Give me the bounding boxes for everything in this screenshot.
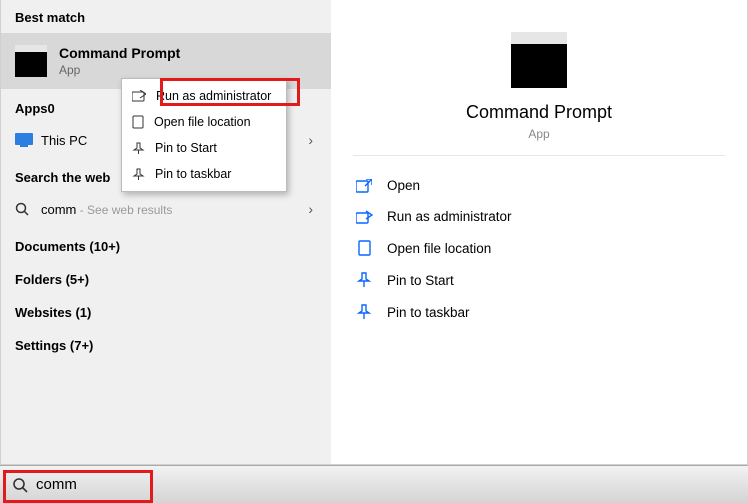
search-results-panel: Best match Command Prompt App Apps0 This… [1, 0, 331, 464]
search-icon [12, 477, 28, 493]
search-icon [15, 202, 41, 216]
best-match-header: Best match [1, 0, 331, 33]
action-pin-to-taskbar[interactable]: Pin to taskbar [353, 296, 725, 328]
pin-taskbar-icon [132, 168, 145, 181]
run-as-admin-icon [355, 210, 373, 224]
settings-category[interactable]: Settings (7+) [1, 326, 331, 359]
websites-category[interactable]: Websites (1) [1, 293, 331, 326]
chevron-right-icon: › [308, 201, 317, 217]
command-prompt-icon [511, 32, 567, 88]
file-location-icon [132, 115, 144, 129]
this-pc-icon [15, 133, 41, 147]
action-list: Open Run as administrator Open file loca… [331, 156, 747, 342]
taskbar [0, 465, 748, 503]
context-menu: Run as administrator Open file location … [121, 78, 287, 192]
chevron-right-icon: › [308, 132, 317, 148]
best-match-subtitle: App [59, 63, 180, 77]
action-open-file-location[interactable]: Open file location [353, 232, 725, 264]
action-run-as-admin[interactable]: Run as administrator [353, 201, 725, 232]
search-web-sub: - See web results [76, 203, 172, 217]
details-title: Command Prompt [353, 102, 725, 123]
documents-category[interactable]: Documents (10+) [1, 227, 331, 260]
ctx-run-as-admin[interactable]: Run as administrator [122, 83, 286, 109]
pin-start-icon [355, 272, 373, 288]
pin-taskbar-icon [355, 304, 373, 320]
action-open[interactable]: Open [353, 170, 725, 201]
search-web-query: comm [41, 202, 76, 217]
details-subtitle: App [353, 127, 725, 141]
run-as-admin-icon [132, 90, 146, 102]
taskbar-search-input[interactable] [36, 476, 316, 493]
ctx-pin-to-start[interactable]: Pin to Start [122, 135, 286, 161]
ctx-open-file-location[interactable]: Open file location [122, 109, 286, 135]
open-icon [355, 179, 373, 193]
ctx-pin-to-taskbar[interactable]: Pin to taskbar [122, 161, 286, 187]
command-prompt-icon [15, 45, 47, 77]
action-pin-to-start[interactable]: Pin to Start [353, 264, 725, 296]
search-web-item[interactable]: comm - See web results › [1, 191, 331, 227]
best-match-title: Command Prompt [59, 45, 180, 61]
pin-start-icon [132, 142, 145, 155]
details-panel: Command Prompt App Open Run as administr… [331, 0, 747, 464]
folders-category[interactable]: Folders (5+) [1, 260, 331, 293]
file-location-icon [355, 240, 373, 256]
